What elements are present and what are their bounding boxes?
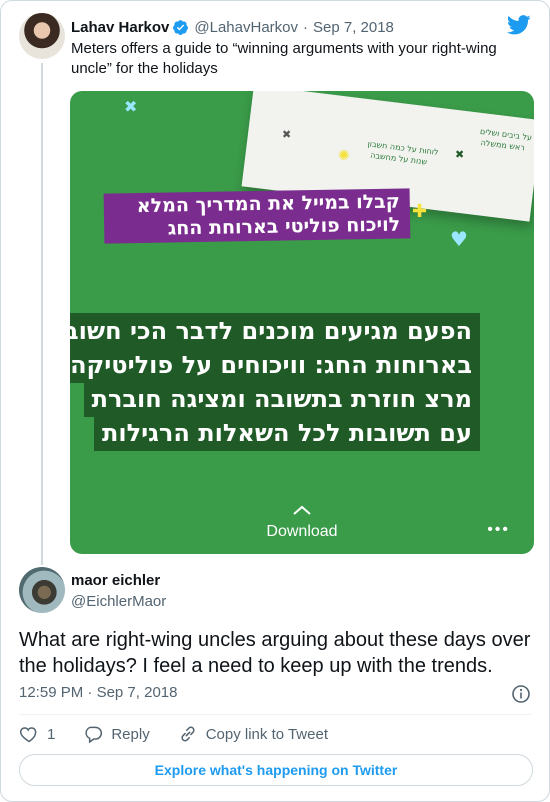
tweet-text: What are right-wing uncles arguing about… [19, 629, 531, 677]
purple-promo-banner: קבלו במייל את המדריך המלא לויכוח פוליטי … [103, 188, 411, 244]
tweet-actions: 1 Reply Copy link to Tweet [19, 723, 356, 745]
info-icon[interactable] [511, 684, 531, 704]
reply-button[interactable]: Reply [83, 724, 150, 744]
reply-label: Reply [111, 725, 150, 743]
link-icon [181, 726, 195, 742]
banner-line-2: לויכוח פוליטי בארוחת החג [167, 213, 401, 240]
parent-author-handle[interactable]: @LahavHarkov [194, 19, 298, 36]
like-button[interactable]: 1 [19, 724, 55, 744]
media-body-line-4: עם תשובות לכל השאלות הרגילות [93, 415, 480, 451]
download-button[interactable]: Download [70, 523, 534, 541]
tweet-embed-card: Lahav Harkov @LahavHarkov · Sep 7, 2018 … [0, 0, 550, 802]
reply-icon [85, 726, 103, 744]
confetti-x-icon: ✖ [282, 128, 292, 141]
copy-link-button[interactable]: Copy link to Tweet [178, 724, 328, 744]
parent-header: Lahav Harkov @LahavHarkov · Sep 7, 2018 [71, 17, 394, 37]
tweet-date: Sep 7, 2018 [96, 684, 178, 701]
chevron-up-icon[interactable] [292, 505, 312, 515]
more-options-button[interactable]: ••• [487, 521, 510, 539]
author-name[interactable]: maor eichler [71, 572, 160, 589]
media-body-line-2: בארוחות החג: וויכוחים על פוליטיקה. [70, 347, 480, 383]
tweet-media-image[interactable]: על ביבים ושלים ראש ממשלה לוחות על כמה חש… [70, 91, 534, 554]
confetti-heart-icon: ♥ [450, 227, 468, 251]
divider [19, 714, 531, 715]
confetti-plus-icon: ✚ [412, 201, 428, 222]
thread-line [41, 63, 43, 565]
confetti-x-icon: ✖ [455, 148, 465, 161]
author-avatar[interactable] [19, 567, 65, 613]
tweet-time: 12:59 PM [19, 684, 84, 701]
parent-tweet-text: Meters offers a guide to “winning argume… [71, 40, 497, 77]
heart-icon [19, 727, 37, 743]
explore-twitter-button[interactable]: Explore what's happening on Twitter [19, 754, 533, 786]
confetti-x-icon: ✖ [124, 97, 138, 116]
parent-avatar[interactable] [19, 13, 65, 59]
parent-date[interactable]: Sep 7, 2018 [313, 19, 394, 36]
verified-badge-icon [173, 19, 189, 35]
banner-line-1: קבלו במייל את המדריך המלא [136, 190, 400, 218]
like-count: 1 [47, 725, 56, 743]
parent-separator: · [303, 18, 308, 36]
tweet-timestamp[interactable]: 12:59 PM · Sep 7, 2018 [19, 684, 177, 701]
twitter-logo-icon[interactable] [507, 15, 531, 35]
media-body-line-1: הפעם מגיעים מוכנים לדבר הכי חשוב [70, 313, 480, 349]
copy-link-label: Copy link to Tweet [205, 725, 328, 743]
media-body-line-3: מרצ חוזרת בתשובה ומציגה חוברת [83, 381, 480, 417]
confetti-burst-icon: ✺ [338, 148, 350, 164]
author-handle[interactable]: @EichlerMaor [71, 593, 166, 610]
parent-author-name[interactable]: Lahav Harkov [71, 19, 169, 36]
tweet-separator: · [87, 684, 93, 701]
